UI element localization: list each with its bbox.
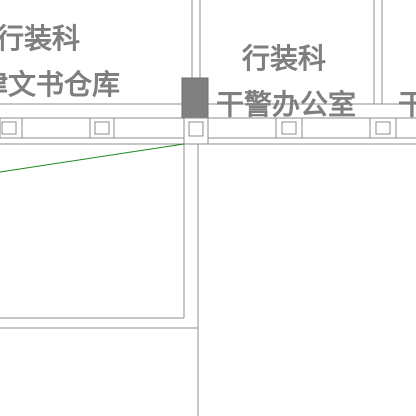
column-marker (89, 117, 115, 139)
far-right-room-label: 干 (398, 88, 416, 121)
structural-pillar (181, 77, 209, 119)
column-marker (275, 117, 303, 139)
left-room-dept-label: 行装科 (0, 22, 80, 55)
floor-plan: 行装科 律文书仓库 行装科 干警办公室 干 (0, 0, 416, 416)
right-room-name-label: 干警办公室 (216, 88, 356, 121)
column-marker (369, 117, 397, 139)
column-marker (0, 117, 23, 139)
right-room-dept-label: 行装科 (241, 42, 326, 75)
left-room-name-label: 律文书仓库 (0, 68, 120, 101)
wire-line (0, 143, 185, 173)
column-marker (183, 117, 209, 145)
